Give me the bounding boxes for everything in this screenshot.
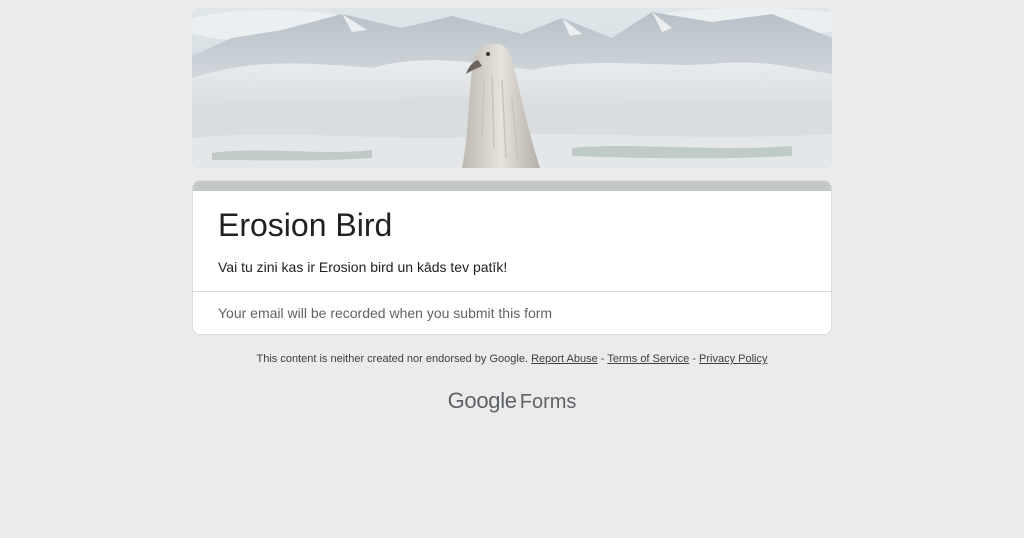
separator-1: - — [597, 353, 608, 365]
forms-wordmark: Forms — [519, 391, 577, 413]
page: Erosion Bird Vai tu zini kas ir Erosion … — [0, 0, 1024, 538]
header-banner-image — [192, 8, 832, 168]
google-wordmark: Google — [447, 388, 517, 413]
google-forms-logo[interactable]: Google Forms — [192, 388, 832, 416]
snowy-mountain-bird-banner — [192, 8, 832, 168]
title-block: Erosion Bird Vai tu zini kas ir Erosion … — [193, 191, 831, 291]
footer-disclaimer: This content is neither created nor endo… — [192, 352, 832, 366]
form-description: Vai tu zini kas ir Erosion bird un kāds … — [218, 259, 508, 275]
form-title-card: Erosion Bird Vai tu zini kas ir Erosion … — [192, 180, 832, 335]
separator-2: - — [689, 353, 700, 365]
disclaimer-text: This content is neither created nor endo… — [256, 353, 529, 365]
email-recorded-note: Your email will be recorded when you sub… — [218, 305, 553, 321]
form-container: Erosion Bird Vai tu zini kas ir Erosion … — [192, 8, 832, 416]
card-accent-bar — [193, 181, 831, 191]
report-abuse-link[interactable]: Report Abuse — [531, 353, 598, 365]
form-title: Erosion Bird — [218, 207, 393, 243]
terms-of-service-link[interactable]: Terms of Service — [607, 353, 689, 365]
privacy-policy-link[interactable]: Privacy Policy — [699, 353, 767, 365]
